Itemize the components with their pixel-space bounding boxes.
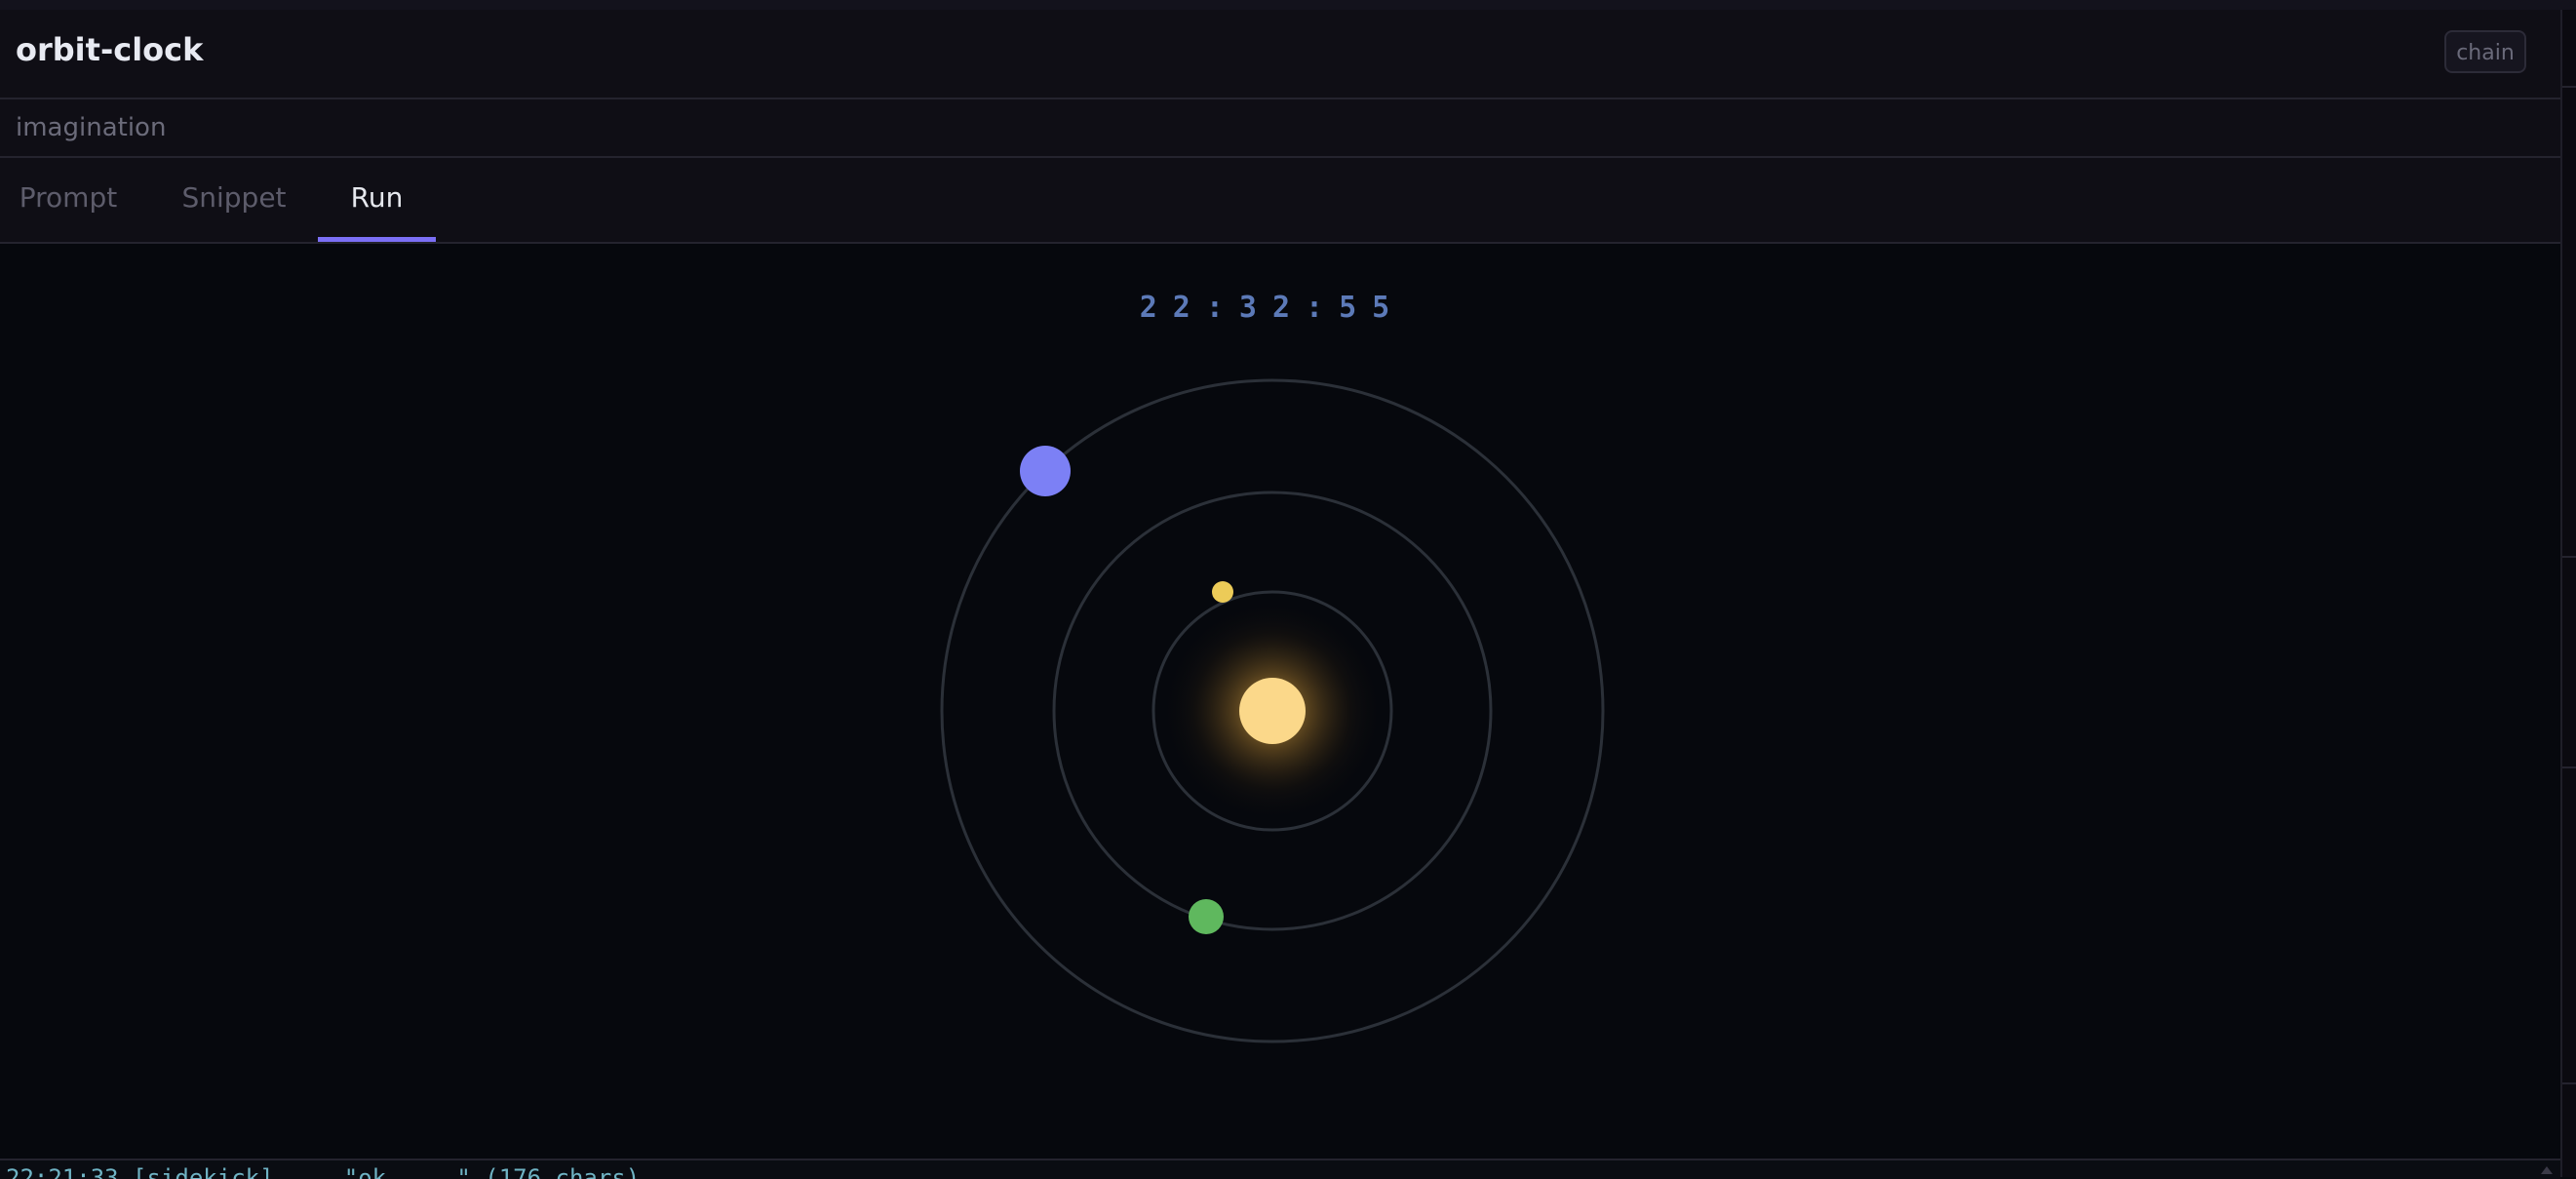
chain-button[interactable]: chain bbox=[2444, 30, 2526, 73]
run-output: 22:32:55 bbox=[0, 244, 2560, 1160]
page-title: orbit-clock bbox=[16, 31, 204, 68]
rail-divider bbox=[2562, 86, 2576, 88]
second-planet bbox=[1020, 446, 1071, 496]
category-subtitle: imagination bbox=[16, 113, 167, 142]
main-panel: orbit-clock chain imagination Prompt Sni… bbox=[0, 10, 2560, 1167]
scroll-up-icon[interactable] bbox=[2541, 1166, 2553, 1174]
rail-divider bbox=[2562, 1082, 2576, 1084]
log-console: 22:21:33 [sidekick] ... "ok ... " (176 c… bbox=[0, 1159, 2560, 1179]
sun bbox=[1239, 678, 1306, 744]
tab-bar: Prompt Snippet Run bbox=[0, 158, 2560, 244]
tab-snippet[interactable]: Snippet bbox=[168, 158, 300, 242]
rail-divider bbox=[2562, 766, 2576, 768]
tab-run[interactable]: Run bbox=[318, 158, 436, 242]
subtitle-bar: imagination bbox=[0, 99, 2560, 158]
rail-divider bbox=[2562, 556, 2576, 558]
tab-prompt[interactable]: Prompt bbox=[0, 158, 137, 242]
orbit-clock-canvas bbox=[940, 378, 1605, 1043]
digital-clock: 22:32:55 bbox=[1139, 291, 1406, 325]
header: orbit-clock chain bbox=[0, 10, 2560, 99]
hour-planet bbox=[1212, 581, 1233, 603]
right-scroll-rail[interactable] bbox=[2560, 10, 2576, 1177]
minute-planet bbox=[1189, 899, 1224, 934]
